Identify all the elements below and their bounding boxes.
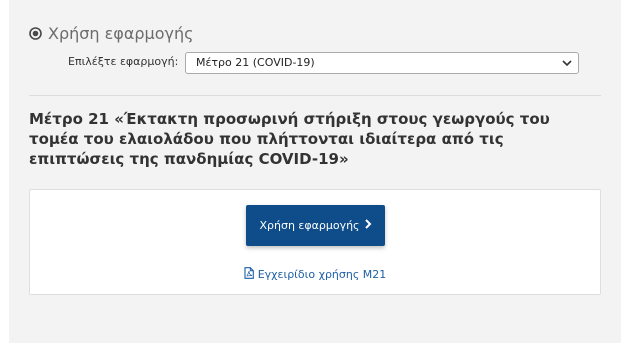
measure-heading: Μέτρο 21 «Έκτακτη προσωρινή στήριξη στου… <box>29 110 550 168</box>
pdf-file-icon <box>244 267 254 282</box>
app-select[interactable]: Μέτρο 21 (COVID-19) <box>185 52 579 74</box>
section-divider <box>29 95 601 96</box>
use-app-button-label: Χρήση εφαρμογής <box>259 219 360 232</box>
app-select-value: Μέτρο 21 (COVID-19) <box>196 56 315 69</box>
section-header: Χρήση εφαρμογής <box>29 22 194 44</box>
user-manual-link[interactable]: Εγχειρίδιο χρήσης Μ21 <box>30 267 600 282</box>
app-select-label: Επιλέξτε εφαρμογή: <box>68 55 179 68</box>
use-app-button[interactable]: Χρήση εφαρμογής <box>246 205 385 246</box>
chevron-right-icon <box>364 219 372 232</box>
app-select-row: Επιλέξτε εφαρμογή: Μέτρο 21 (COVID-19) <box>0 52 624 74</box>
action-card: Χρήση εφαρμογής Εγχειρίδιο χρήσης Μ21 <box>29 189 601 295</box>
radio-dot-icon <box>29 26 42 40</box>
chevron-down-icon <box>562 53 572 73</box>
section-title: Χρήση εφαρμογής <box>48 23 194 43</box>
user-manual-link-text: Εγχειρίδιο χρήσης Μ21 <box>257 268 387 281</box>
